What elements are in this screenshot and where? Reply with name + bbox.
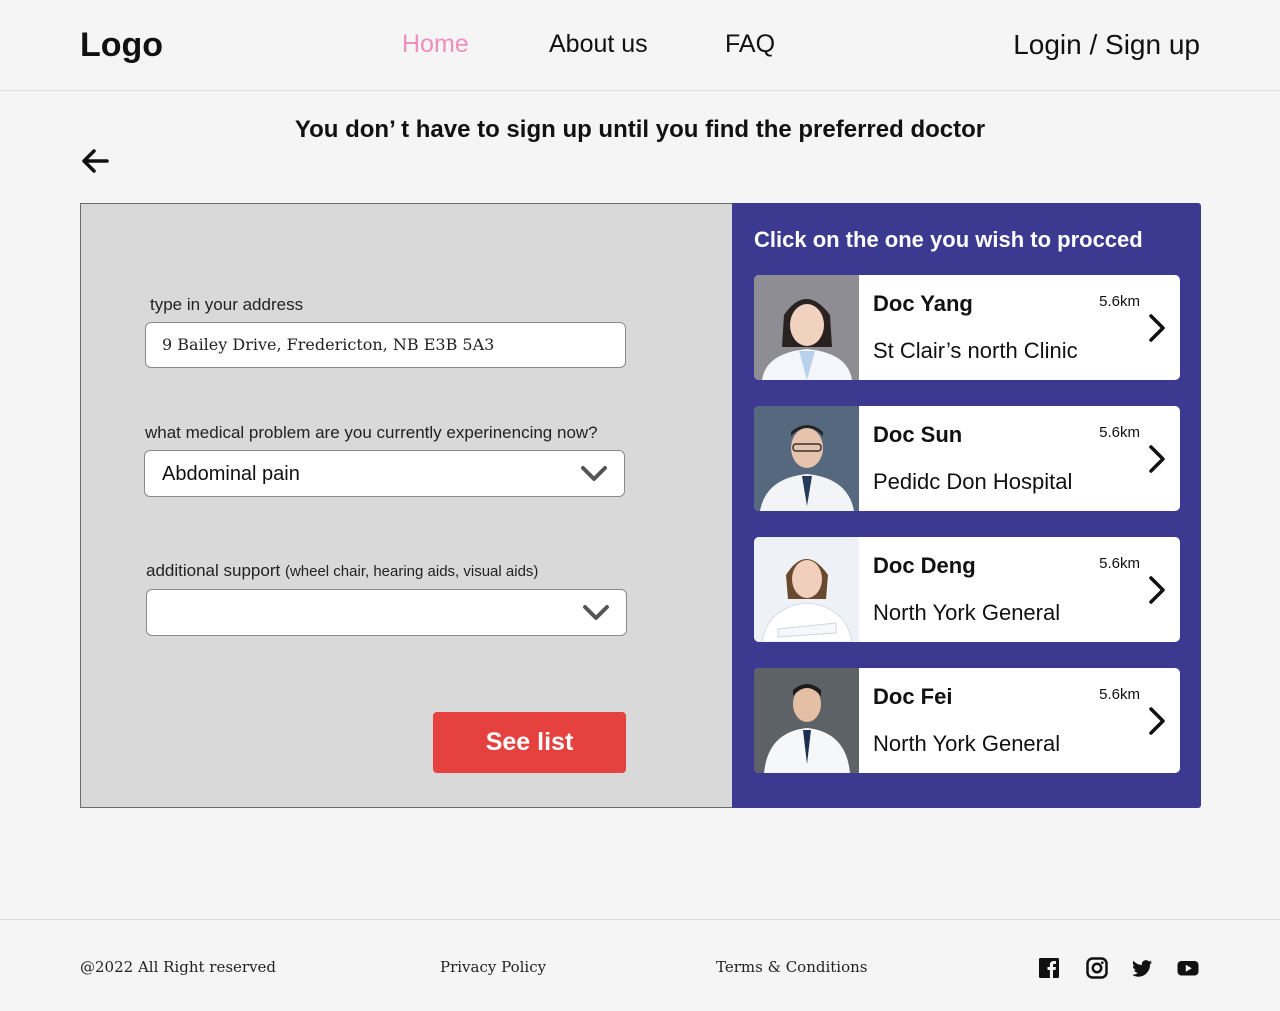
privacy-policy-link[interactable]: Privacy Policy — [440, 958, 546, 976]
medical-problem-select[interactable]: Abdominal pain — [144, 450, 625, 497]
doctor-list-panel: Click on the one you wish to procced Doc… — [732, 203, 1201, 808]
chevron-right-icon — [1149, 576, 1165, 604]
doctor-card[interactable]: Doc Fei 5.6km North York General — [754, 668, 1180, 773]
doctor-photo — [754, 537, 859, 642]
page-headline: You don’ t have to sign up until you fin… — [294, 116, 986, 143]
additional-support-select[interactable] — [146, 589, 627, 636]
copyright-text: @2022 All Right reserved — [80, 958, 277, 976]
nav-home[interactable]: Home — [402, 30, 469, 59]
facebook-icon[interactable] — [1038, 957, 1060, 979]
medical-problem-value: Abdominal pain — [162, 463, 300, 485]
logo[interactable]: Logo — [80, 26, 163, 65]
doctor-card[interactable]: Doc Deng 5.6km North York General — [754, 537, 1180, 642]
doctor-photo — [754, 406, 859, 511]
address-label: type in your address — [150, 295, 304, 314]
doctor-clinic: St Clair’s north Clinic — [873, 338, 1078, 363]
doctor-distance: 5.6km — [1099, 424, 1140, 441]
youtube-icon[interactable] — [1177, 957, 1199, 979]
medical-problem-label: what medical problem are you currently e… — [145, 423, 598, 442]
additional-support-hint: (wheel chair, hearing aids, visual aids) — [284, 563, 539, 580]
doctor-list-title: Click on the one you wish to procced — [754, 227, 1143, 252]
search-form-panel: type in your address 9 Bailey Drive, Fre… — [80, 203, 733, 808]
see-list-button[interactable]: See list — [433, 712, 626, 773]
doctor-name: Doc Yang — [873, 291, 973, 316]
instagram-icon[interactable] — [1086, 957, 1108, 979]
chevron-right-icon — [1149, 314, 1165, 342]
chevron-right-icon — [1149, 707, 1165, 735]
additional-support-label-text: additional support — [146, 561, 281, 580]
doctor-photo — [754, 275, 859, 380]
doctor-card[interactable]: Doc Sun 5.6km Pedidc Don Hospital — [754, 406, 1180, 511]
doctor-photo — [754, 668, 859, 773]
back-arrow-icon[interactable] — [80, 146, 110, 176]
doctor-name: Doc Deng — [873, 553, 976, 578]
doctor-card[interactable]: Doc Yang 5.6km St Clair’s north Clinic — [754, 275, 1180, 380]
doctor-distance: 5.6km — [1099, 686, 1140, 703]
doctor-distance: 5.6km — [1099, 293, 1140, 310]
chevron-right-icon — [1149, 445, 1165, 473]
address-input[interactable]: 9 Bailey Drive, Fredericton, NB E3B 5A3 — [145, 322, 626, 368]
terms-conditions-link[interactable]: Terms & Conditions — [716, 958, 867, 976]
doctor-distance: 5.6km — [1099, 555, 1140, 572]
site-footer: @2022 All Right reserved Privacy Policy … — [0, 919, 1280, 1011]
chevron-down-icon — [583, 605, 609, 620]
doctor-name: Doc Fei — [873, 684, 953, 709]
twitter-icon[interactable] — [1131, 957, 1153, 979]
chevron-down-icon — [581, 466, 607, 481]
doctor-name: Doc Sun — [873, 422, 963, 447]
doctor-clinic: North York General — [873, 731, 1061, 756]
nav-about-us[interactable]: About us — [549, 30, 648, 59]
nav-faq[interactable]: FAQ — [725, 30, 775, 59]
doctor-clinic: North York General — [873, 600, 1061, 625]
doctor-clinic: Pedidc Don Hospital — [873, 469, 1073, 494]
site-header: Logo Home About us FAQ Login / Sign up — [0, 0, 1280, 91]
additional-support-label: additional support (wheel chair, hearing… — [146, 561, 538, 581]
login-signup-link[interactable]: Login / Sign up — [1013, 29, 1200, 61]
